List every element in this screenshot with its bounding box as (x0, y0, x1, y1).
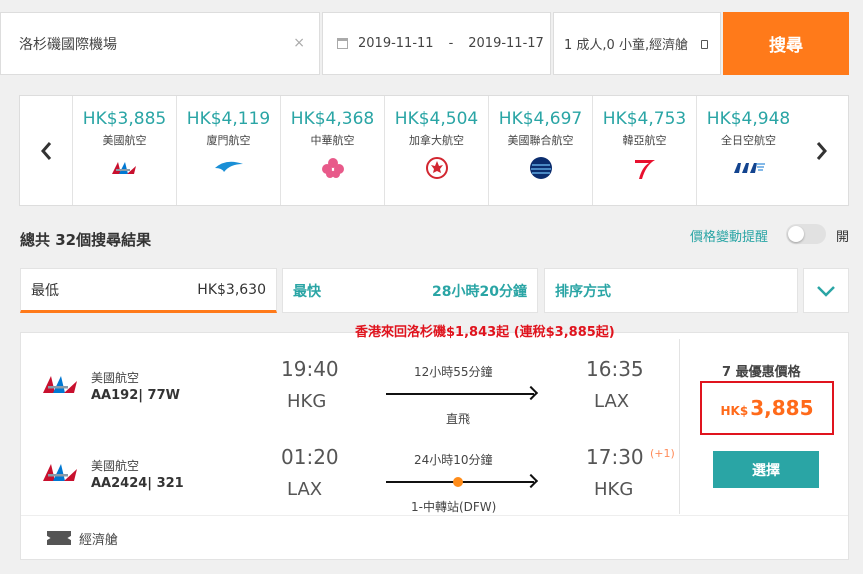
airline-price: HK$3,885 (82, 109, 167, 129)
airline-name: 美國聯合航空 (507, 134, 574, 147)
airline-name: 加拿大航空 (409, 134, 464, 147)
price-highlight-box: HK$ 3,885 (700, 381, 834, 435)
price-panel: 7 最優惠價格 HK$ 3,885 選擇 (679, 339, 847, 514)
airline-card[interactable]: HK$4,948 全日空航空 (696, 96, 800, 205)
depart-date: 2019-11-11 (358, 36, 434, 51)
search-bar: 洛杉磯國際機場 × 2019-11-11 - 2019-11-17 1 成人,0… (0, 12, 863, 75)
sort-dropdown-button[interactable] (803, 268, 849, 313)
return-date: 2019-11-17 (468, 36, 544, 51)
airline-name: 廈門航空 (206, 134, 251, 147)
leg-departure-airport: HKG (287, 391, 327, 412)
cabin-class-label: 經濟艙 (79, 533, 119, 548)
american-airlines-logo (105, 156, 145, 180)
airline-card[interactable]: HK$4,504 加拿大航空 (384, 96, 488, 205)
price-amount: 3,885 (750, 396, 814, 420)
airline-carousel: HK$3,885 美國航空 HK$4,119 廈門航空 HK$4,368 中華航… (19, 95, 849, 206)
tab-fastest-value: 28小時20分鐘 (432, 283, 527, 300)
date-range-field[interactable]: 2019-11-11 - 2019-11-17 (322, 12, 551, 75)
origin-field[interactable]: 洛杉磯國際機場 × (0, 12, 320, 75)
ticket-icon (47, 531, 71, 545)
airline-name: 中華航空 (310, 134, 355, 147)
airline-card[interactable]: HK$4,753 韓亞航空 (592, 96, 696, 205)
stopover-dot-icon (453, 477, 463, 487)
leg-departure-airport: LAX (287, 479, 323, 500)
outbound-leg: 美國航空 AA192| 77W 19:40 HKG 12小時55分鐘 直飛 16… (21, 347, 676, 437)
air-canada-logo (417, 156, 457, 180)
airline-card[interactable]: HK$4,697 美國聯合航空 (488, 96, 592, 205)
calendar-icon (337, 38, 348, 49)
leg-airline-name: 美國航空 (91, 371, 140, 385)
airline-name: 韓亞航空 (622, 134, 667, 147)
airline-price: HK$4,368 (290, 109, 375, 129)
leg-arrival-time: 17:30 (586, 445, 644, 469)
airline-name: 美國航空 (102, 134, 147, 147)
airline-card[interactable]: HK$4,119 廈門航空 (176, 96, 280, 205)
leg-arrival-airport: HKG (594, 479, 634, 500)
carousel-next-button[interactable] (796, 96, 848, 205)
leg-flight-number: AA192| 77W (91, 388, 180, 403)
passenger-field[interactable]: 1 成人,0 小童,經濟艙 (553, 12, 721, 75)
leg-flight-number: AA2424| 321 (91, 476, 184, 491)
asiana-logo (625, 156, 665, 180)
passenger-dropdown-icon (701, 40, 708, 49)
tab-sort-label: 排序方式 (555, 283, 611, 300)
chevron-right-icon (816, 141, 827, 160)
chevron-down-icon (817, 285, 835, 297)
leg-stops: 直飛 (446, 412, 471, 426)
price-alert-toggle[interactable] (786, 224, 826, 244)
american-airlines-logo (41, 373, 81, 395)
chevron-left-icon (41, 141, 52, 160)
next-day-indicator: (+1) (650, 447, 675, 460)
airline-price: HK$4,948 (706, 109, 791, 129)
passenger-value: 1 成人,0 小童,經濟艙 (564, 38, 689, 53)
price-alert-label[interactable]: 價格變動提醒 (690, 226, 768, 245)
tab-cheapest-value: HK$3,630 (197, 281, 266, 298)
toggle-state-label: 開 (836, 230, 850, 245)
china-airlines-logo (313, 156, 353, 180)
leg-arrival-airport: LAX (594, 391, 630, 412)
xiamen-air-logo (209, 156, 249, 180)
airline-name: 全日空航空 (721, 134, 776, 147)
leg-duration: 24小時10分鐘 (414, 453, 493, 467)
leg-duration: 12小時55分鐘 (414, 365, 493, 379)
leg-airline-name: 美國航空 (91, 459, 140, 473)
search-button[interactable]: 搜尋 (723, 12, 849, 75)
leg-departure-time: 01:20 (281, 445, 339, 469)
leg-arrival-time: 16:35 (586, 357, 644, 381)
origin-value: 洛杉磯國際機場 (19, 36, 117, 53)
ana-logo (729, 156, 769, 180)
airline-card[interactable]: HK$4,368 中華航空 (280, 96, 384, 205)
best-price-hint: 7 最優惠價格 (722, 365, 801, 380)
route-line (386, 473, 539, 489)
clear-icon[interactable]: × (293, 35, 305, 51)
price-currency: HK$ (720, 404, 749, 418)
arrow-icon (523, 385, 539, 401)
card-footer: 經濟艙 (21, 515, 848, 559)
select-flight-button[interactable]: 選擇 (713, 451, 819, 488)
flight-result-card: 美國航空 AA192| 77W 19:40 HKG 12小時55分鐘 直飛 16… (20, 332, 849, 560)
tab-fastest-label: 最快 (293, 283, 321, 300)
arrow-icon (523, 473, 539, 489)
airline-price: HK$4,697 (498, 109, 583, 129)
airline-price: HK$4,753 (602, 109, 687, 129)
united-airlines-logo (521, 156, 561, 180)
tab-sort-by[interactable]: 排序方式 (544, 268, 798, 313)
tab-cheapest[interactable]: 最低 HK$3,630 (20, 268, 277, 313)
route-line (386, 385, 539, 401)
toggle-knob (788, 226, 804, 242)
airline-price: HK$4,504 (394, 109, 479, 129)
american-airlines-logo (41, 461, 81, 483)
leg-departure-time: 19:40 (281, 357, 339, 381)
airline-card[interactable]: HK$3,885 美國航空 (72, 96, 176, 205)
promo-annotation: 香港來回洛杉磯$1,843起 (連稅$3,885起) (355, 325, 615, 340)
results-count: 總共 32個搜尋結果 (20, 231, 152, 249)
leg-stops: 1-中轉站(DFW) (411, 500, 497, 514)
date-separator: - (448, 36, 454, 51)
return-leg: 美國航空 AA2424| 321 01:20 LAX 24小時10分鐘 1-中轉… (21, 435, 676, 525)
tab-fastest[interactable]: 最快 28小時20分鐘 (282, 268, 538, 313)
tab-cheapest-label: 最低 (31, 282, 59, 299)
airline-price: HK$4,119 (186, 109, 271, 129)
carousel-prev-button[interactable] (20, 96, 72, 205)
